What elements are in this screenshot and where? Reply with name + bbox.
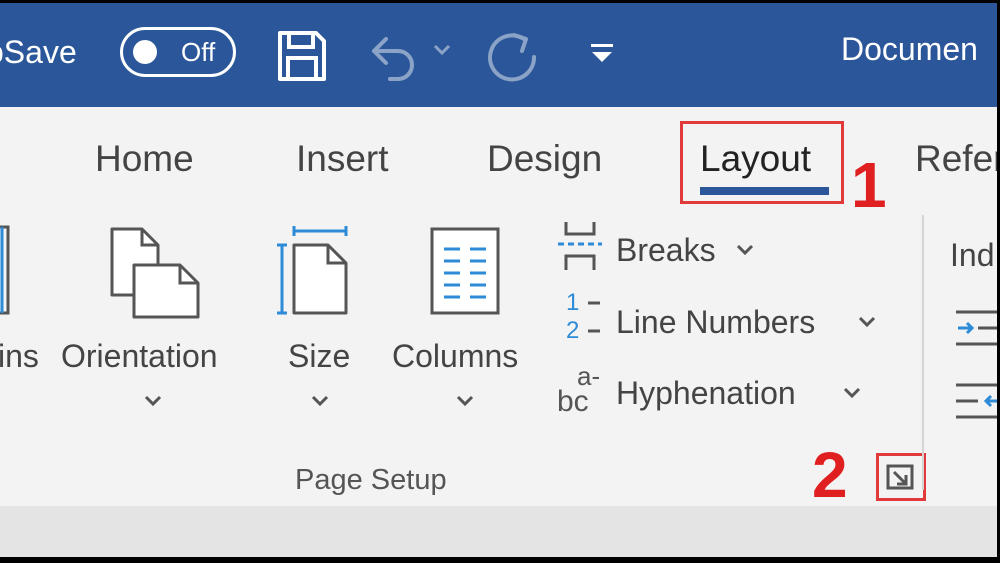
save-icon[interactable] [276, 29, 328, 83]
tab-insert[interactable]: Insert [296, 140, 389, 177]
columns-button-label[interactable]: Columns [392, 340, 518, 372]
orientation-icon[interactable] [108, 225, 202, 321]
highlight-box-layout [680, 121, 844, 204]
size-chevron-down-icon[interactable] [310, 394, 330, 413]
line-numbers-button-label[interactable]: Line Numbers [616, 306, 815, 338]
redo-icon[interactable] [484, 27, 542, 85]
ribbon-bottom-strip [0, 506, 997, 557]
callout-number-1: 1 [851, 149, 887, 221]
word-window: oSave Off [0, 3, 997, 557]
line-numbers-icon-bottom: 2 [566, 317, 580, 344]
orientation-button-label[interactable]: Orientation [61, 340, 218, 372]
tab-references[interactable]: Refer [915, 140, 997, 177]
hyphenation-icon-bottom: bc [557, 385, 589, 418]
document-title: Documen [841, 31, 978, 67]
tab-home[interactable]: Home [95, 140, 194, 177]
autosave-label: oSave [0, 34, 77, 70]
line-numbers-chevron-down-icon[interactable] [857, 315, 877, 334]
hyphenation-icon[interactable]: a- bc [555, 361, 605, 417]
indent-label: Ind [950, 237, 995, 273]
hyphenation-button-label[interactable]: Hyphenation [616, 377, 796, 409]
line-numbers-icon[interactable]: 1 2 [560, 291, 604, 345]
margins-button-label[interactable]: ins [0, 340, 39, 372]
page-setup-group-label: Page Setup [295, 464, 447, 496]
callout-number-2: 2 [812, 439, 848, 511]
breaks-button-label[interactable]: Breaks [616, 234, 716, 266]
size-button-label[interactable]: Size [288, 340, 350, 372]
breaks-icon[interactable] [556, 220, 604, 272]
hyphenation-chevron-down-icon[interactable] [842, 386, 862, 405]
title-bar: oSave Off [0, 3, 997, 107]
indent-left-icon[interactable] [956, 308, 997, 350]
toggle-state-label: Off [181, 37, 216, 67]
indent-right-icon[interactable] [956, 381, 997, 423]
margins-icon[interactable] [0, 225, 14, 317]
orientation-chevron-down-icon[interactable] [143, 394, 163, 413]
undo-dropdown-icon[interactable] [432, 43, 452, 57]
columns-icon[interactable] [428, 225, 504, 317]
group-separator [922, 215, 924, 490]
toggle-knob [133, 40, 157, 64]
columns-chevron-down-icon[interactable] [455, 394, 475, 413]
customize-toolbar-icon[interactable] [589, 41, 615, 67]
size-icon[interactable] [274, 225, 352, 317]
highlight-box-launcher [876, 453, 926, 501]
tab-design[interactable]: Design [487, 140, 602, 177]
line-numbers-icon-top: 1 [566, 289, 580, 316]
breaks-chevron-down-icon[interactable] [735, 243, 755, 262]
autosave-toggle[interactable]: Off [120, 27, 236, 77]
undo-icon[interactable] [366, 29, 422, 85]
